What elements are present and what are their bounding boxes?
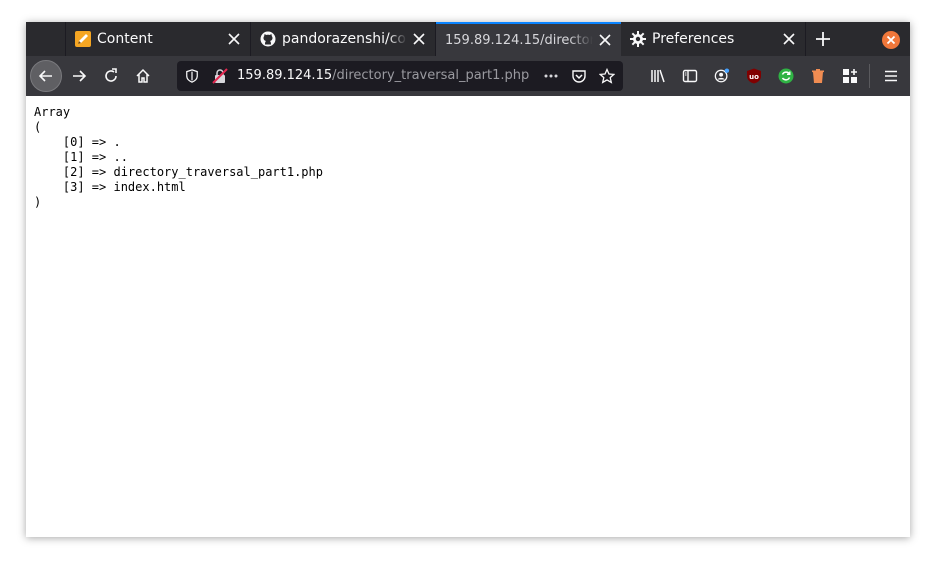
bookmark-star-icon[interactable] — [599, 68, 615, 84]
trash-icon[interactable] — [810, 68, 826, 84]
tab-title: 159.89.124.15/directory_tr — [445, 32, 593, 48]
tab-preferences[interactable]: Preferences — [621, 22, 806, 56]
sync-icon[interactable] — [778, 68, 794, 84]
close-icon[interactable] — [411, 31, 427, 47]
page-actions-icon[interactable] — [543, 68, 559, 84]
browser-window: Content pandorazenshi/comp 159.89.124.15… — [26, 22, 910, 537]
toolbar-separator — [869, 64, 870, 88]
tab-strip: Content pandorazenshi/comp 159.89.124.15… — [26, 22, 910, 56]
output-line: Array — [34, 105, 71, 119]
arrow-left-icon — [38, 70, 52, 82]
output-line: ) — [34, 195, 42, 209]
window-close-button[interactable] — [882, 31, 900, 49]
close-icon[interactable] — [597, 32, 613, 48]
close-icon[interactable] — [781, 31, 797, 47]
output-line: [0] => . — [34, 135, 121, 149]
account-icon[interactable] — [714, 68, 730, 84]
arrow-right-icon — [73, 70, 87, 82]
url-text[interactable]: 159.89.124.15/directory_traversal_part1.… — [237, 68, 529, 83]
output-line: ( — [34, 120, 42, 134]
tab-github[interactable]: pandorazenshi/comp — [251, 22, 436, 56]
shield-icon[interactable] — [184, 68, 200, 84]
plus-icon — [816, 32, 830, 46]
home-icon — [136, 68, 150, 83]
reload-icon — [105, 68, 117, 82]
insecure-lock-icon[interactable] — [212, 68, 228, 84]
hamburger-menu-icon[interactable] — [883, 68, 899, 84]
output-line: [1] => .. — [34, 150, 128, 164]
php-array-output: Array ( [0] => . [1] => .. [2] => direct… — [34, 105, 323, 210]
tab-directory-traversal[interactable]: 159.89.124.15/directory_tr — [436, 22, 621, 56]
sidebar-icon[interactable] — [682, 68, 698, 84]
pencil-favicon-icon — [75, 31, 91, 47]
tab-title: Preferences — [652, 31, 735, 47]
close-icon[interactable] — [226, 31, 242, 47]
pocket-icon[interactable] — [571, 68, 587, 84]
tab-content[interactable]: Content — [65, 22, 251, 56]
new-tab-button[interactable] — [808, 22, 838, 56]
back-button[interactable] — [30, 60, 62, 92]
forward-button[interactable] — [63, 60, 95, 92]
tab-title: pandorazenshi/comp — [282, 31, 407, 47]
close-icon — [886, 35, 896, 45]
reload-button[interactable] — [95, 60, 127, 92]
library-icon[interactable] — [650, 68, 666, 84]
home-button[interactable] — [127, 60, 159, 92]
url-host: 159.89.124.15 — [237, 68, 333, 83]
ublock-origin-icon[interactable]: uo — [746, 68, 762, 84]
output-line: [2] => directory_traversal_part1.php — [34, 165, 323, 179]
tab-title: Content — [97, 31, 153, 47]
svg-text:uo: uo — [749, 73, 759, 81]
github-icon — [260, 31, 276, 47]
extensions-grid-icon[interactable] — [842, 68, 858, 84]
url-path: /directory_traversal_part1.php — [332, 68, 530, 83]
page-content: Array ( [0] => . [1] => .. [2] => direct… — [26, 96, 910, 537]
navigation-toolbar: 159.89.124.15/directory_traversal_part1.… — [26, 56, 910, 96]
output-line: [3] => index.html — [34, 180, 186, 194]
gear-icon — [630, 31, 646, 47]
address-bar[interactable]: 159.89.124.15/directory_traversal_part1.… — [177, 61, 623, 91]
